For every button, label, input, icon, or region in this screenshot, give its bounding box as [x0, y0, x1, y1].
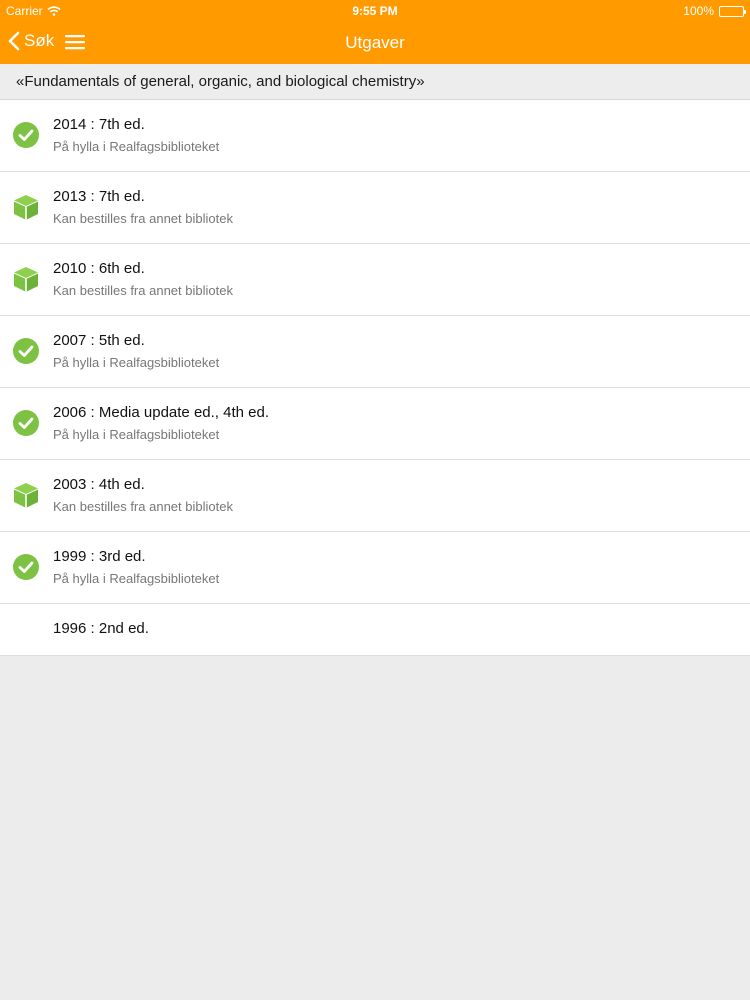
status-bar: Carrier 9:55 PM 100%: [0, 0, 750, 22]
battery-percent: 100%: [683, 4, 714, 18]
box-icon: [14, 195, 38, 220]
edition-row[interactable]: 2010 : 6th ed. Kan bestilles fra annet b…: [0, 244, 750, 316]
box-icon: [14, 267, 38, 292]
edition-status: På hylla i Realfagsbiblioteket: [53, 571, 220, 586]
edition-status: På hylla i Realfagsbiblioteket: [53, 355, 220, 370]
box-icon: [14, 483, 38, 508]
work-title-header: «Fundamentals of general, organic, and b…: [0, 64, 750, 100]
work-title: «Fundamentals of general, organic, and b…: [16, 73, 425, 90]
edition-row[interactable]: 2013 : 7th ed. Kan bestilles fra annet b…: [0, 172, 750, 244]
page-title: Utgaver: [345, 33, 405, 52]
status-time: 9:55 PM: [352, 4, 398, 18]
edition-row[interactable]: 1996 : 2nd ed.: [0, 604, 750, 656]
check-circle-icon: [13, 554, 39, 580]
edition-row[interactable]: 2007 : 5th ed. På hylla i Realfagsbiblio…: [0, 316, 750, 388]
edition-title: 2007 : 5th ed.: [53, 332, 145, 349]
edition-title: 2014 : 7th ed.: [53, 116, 145, 133]
edition-status: På hylla i Realfagsbiblioteket: [53, 427, 220, 442]
edition-title: 2013 : 7th ed.: [53, 188, 145, 205]
edition-row[interactable]: 2006 : Media update ed., 4th ed. På hyll…: [0, 388, 750, 460]
edition-status: På hylla i Realfagsbiblioteket: [53, 139, 220, 154]
battery-icon: [719, 5, 746, 17]
edition-title: 1999 : 3rd ed.: [53, 548, 146, 565]
editions-list: 2014 : 7th ed. På hylla i Realfagsbiblio…: [0, 100, 750, 656]
edition-status: Kan bestilles fra annet bibliotek: [53, 283, 233, 298]
status-right: 100%: [683, 4, 746, 18]
edition-row[interactable]: 2003 : 4th ed. Kan bestilles fra annet b…: [0, 460, 750, 532]
edition-title: 2006 : Media update ed., 4th ed.: [53, 404, 269, 421]
edition-row[interactable]: 1999 : 3rd ed. På hylla i Realfagsbiblio…: [0, 532, 750, 604]
check-circle-icon: [13, 338, 39, 364]
edition-status: Kan bestilles fra annet bibliotek: [53, 211, 233, 226]
check-circle-icon: [13, 410, 39, 436]
edition-title: 2010 : 6th ed.: [53, 260, 145, 277]
navigation-bar: Søk Utgaver: [0, 22, 750, 64]
edition-row[interactable]: 2014 : 7th ed. På hylla i Realfagsbiblio…: [0, 100, 750, 172]
edition-title: 1996 : 2nd ed.: [53, 620, 149, 637]
edition-status: Kan bestilles fra annet bibliotek: [53, 499, 233, 514]
edition-title: 2003 : 4th ed.: [53, 476, 145, 493]
check-circle-icon: [13, 122, 39, 148]
